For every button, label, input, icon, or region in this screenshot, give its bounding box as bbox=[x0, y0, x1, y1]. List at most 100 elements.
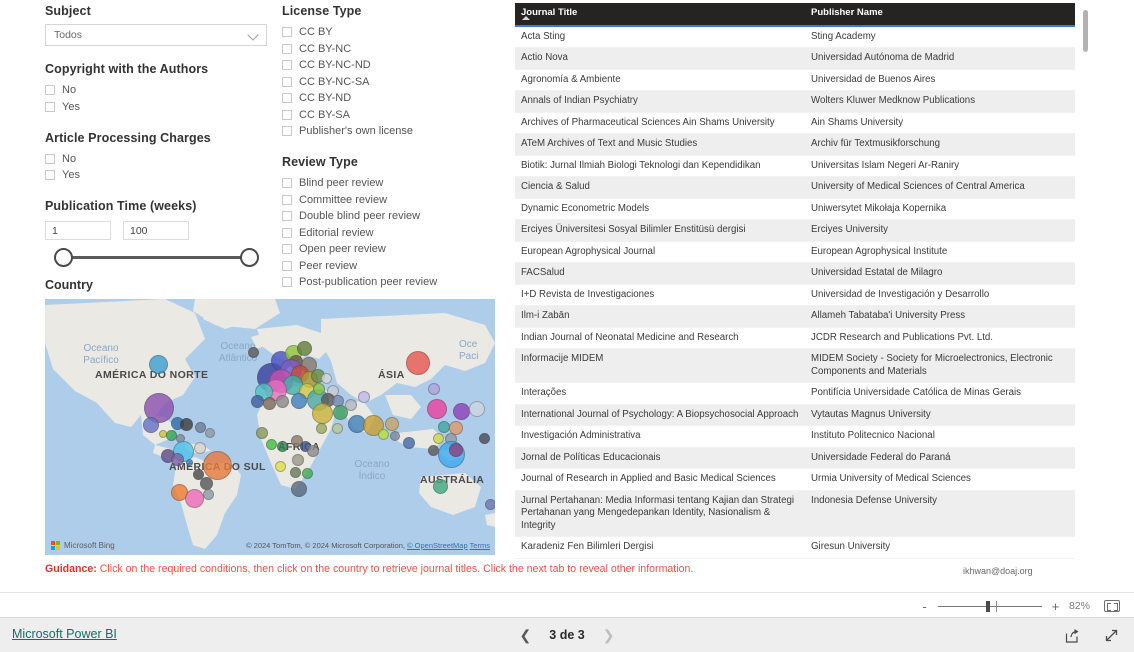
map-bubble[interactable] bbox=[345, 399, 357, 411]
map-bubble[interactable] bbox=[266, 439, 277, 450]
table-row[interactable]: European Agrophysical Journal European Ag… bbox=[515, 242, 1075, 263]
map-bubble[interactable] bbox=[449, 443, 463, 457]
checkbox-icon[interactable] bbox=[282, 76, 292, 87]
map-bubble[interactable] bbox=[149, 355, 168, 374]
map-bubble[interactable] bbox=[256, 427, 268, 439]
table-row[interactable]: Acta Sting Sting Academy bbox=[515, 27, 1075, 48]
checkbox-icon[interactable] bbox=[45, 170, 55, 180]
checkbox-apc-no[interactable]: No bbox=[45, 151, 275, 167]
table-row[interactable]: Investigación Administrativa Instituto Po… bbox=[515, 426, 1075, 448]
checkbox-icon[interactable] bbox=[282, 178, 292, 188]
map-bubble[interactable] bbox=[312, 403, 333, 424]
checkbox-icon[interactable] bbox=[45, 101, 55, 112]
map-bubble[interactable] bbox=[390, 431, 400, 441]
checkbox-icon[interactable] bbox=[282, 211, 292, 221]
table-row[interactable]: Biotik: Jurnal Ilmiah Biologi Teknologi … bbox=[515, 156, 1075, 177]
map-bubble[interactable] bbox=[406, 351, 430, 375]
table-row[interactable]: Archives of Pharmaceutical Sciences Ain … bbox=[515, 113, 1075, 134]
checkbox-copyright-no[interactable]: No bbox=[45, 82, 275, 98]
fullscreen-icon[interactable] bbox=[1103, 627, 1120, 644]
map-bubble[interactable] bbox=[251, 395, 264, 408]
slider-handle-max[interactable] bbox=[240, 248, 259, 267]
map-bubble[interactable] bbox=[171, 453, 184, 466]
map-bubble[interactable] bbox=[358, 391, 370, 403]
map-bubble[interactable] bbox=[186, 459, 193, 466]
publication-time-slider[interactable] bbox=[54, 245, 259, 271]
publication-time-min-input[interactable]: 1 bbox=[45, 221, 111, 240]
checkbox-cc-by-nc[interactable]: CC BY-NC bbox=[282, 41, 482, 57]
checkbox-icon[interactable] bbox=[282, 43, 292, 54]
table-row[interactable]: Journal of Research in Applied and Basic… bbox=[515, 469, 1075, 491]
table-row[interactable]: Dynamic Econometric Models Uniwersytet Mi… bbox=[515, 199, 1075, 220]
table-row[interactable]: FACSalud Universidad Estatal de Milagro bbox=[515, 263, 1075, 285]
sort-ascending-icon[interactable] bbox=[522, 16, 530, 20]
map-bubble[interactable] bbox=[275, 461, 286, 472]
checkbox-cc-by-nd[interactable]: CC BY-ND bbox=[282, 90, 482, 106]
map-bubble[interactable] bbox=[203, 489, 214, 500]
table-vertical-scrollbar[interactable] bbox=[1083, 10, 1088, 52]
checkbox-icon[interactable] bbox=[282, 277, 292, 287]
column-header-journal-title[interactable]: Journal Title bbox=[515, 3, 805, 25]
checkbox-cc-by-nc-sa[interactable]: CC BY-NC-SA bbox=[282, 74, 482, 90]
zoom-in-button[interactable]: + bbox=[1051, 600, 1060, 613]
checkbox-apc-yes[interactable]: Yes bbox=[45, 167, 275, 183]
map-bubble[interactable] bbox=[205, 428, 215, 438]
checkbox-peer-review[interactable]: Peer review bbox=[282, 258, 482, 274]
table-row[interactable]: Ciencia & Salud University of Medical Sci… bbox=[515, 177, 1075, 199]
map-bubble[interactable] bbox=[307, 445, 319, 457]
checkbox-icon[interactable] bbox=[282, 60, 292, 70]
checkbox-editorial-review[interactable]: Editorial review bbox=[282, 225, 482, 241]
publication-time-max-input[interactable]: 100 bbox=[123, 221, 189, 240]
table-row[interactable]: Indian Journal of Neonatal Medicine and … bbox=[515, 328, 1075, 349]
checkbox-copyright-yes[interactable]: Yes bbox=[45, 99, 275, 115]
table-row[interactable]: Agronomía & Ambiente Universidad de Bueno… bbox=[515, 70, 1075, 91]
checkbox-blind-peer-review[interactable]: Blind peer review bbox=[282, 175, 482, 191]
map-bubble[interactable] bbox=[200, 477, 213, 490]
map-bubble[interactable] bbox=[143, 417, 159, 433]
map-bubble[interactable] bbox=[291, 393, 307, 409]
map-bubble[interactable] bbox=[203, 451, 232, 480]
map-bubble[interactable] bbox=[291, 481, 307, 497]
map-bubble[interactable] bbox=[378, 429, 389, 440]
checkbox-icon[interactable] bbox=[45, 85, 55, 95]
checkbox-icon[interactable] bbox=[282, 109, 292, 120]
table-row[interactable]: I+D Revista de Investigaciones Universida… bbox=[515, 285, 1075, 306]
map-bubble[interactable] bbox=[332, 423, 343, 434]
checkbox-icon[interactable] bbox=[282, 27, 292, 37]
zoom-slider[interactable] bbox=[938, 600, 1042, 612]
table-row[interactable]: International Journal of Psychology: A B… bbox=[515, 404, 1075, 426]
checkbox-icon[interactable] bbox=[45, 153, 55, 164]
table-row[interactable]: Actio Nova Universidad Autónoma de Madrid bbox=[515, 48, 1075, 70]
map-bubble[interactable] bbox=[316, 423, 327, 434]
slider-handle-min[interactable] bbox=[54, 248, 73, 267]
checkbox-icon[interactable] bbox=[282, 126, 292, 136]
map-bubble[interactable] bbox=[321, 373, 332, 384]
terms-link[interactable]: Terms bbox=[470, 541, 490, 550]
map-bubble[interactable] bbox=[385, 417, 399, 431]
checkbox-icon[interactable] bbox=[282, 244, 292, 254]
column-header-publisher-name[interactable]: Publisher Name bbox=[805, 3, 1075, 25]
table-row[interactable]: Karadeniz Fen Bilimleri Dergisi Giresun U… bbox=[515, 537, 1075, 559]
map-bubble[interactable] bbox=[302, 468, 313, 479]
map-bubble[interactable] bbox=[469, 401, 485, 417]
map-bubble[interactable] bbox=[428, 383, 440, 395]
checkbox-double-blind-peer-review[interactable]: Double blind peer review bbox=[282, 208, 482, 224]
zoom-slider-handle[interactable] bbox=[986, 601, 990, 612]
fit-to-screen-icon[interactable] bbox=[1104, 600, 1120, 612]
checkbox-committee-review[interactable]: Committee review bbox=[282, 192, 482, 208]
country-bubble-map[interactable]: Oceano Pacífico Oceano Atlântico Oceano Índ… bbox=[45, 299, 495, 555]
map-bubble[interactable] bbox=[433, 479, 448, 494]
map-bubble[interactable] bbox=[485, 499, 495, 510]
table-row[interactable]: Erciyes Üniversitesi Sosyal Bilimler Ens… bbox=[515, 220, 1075, 242]
map-bubble[interactable] bbox=[479, 433, 490, 444]
openstreetmap-link[interactable]: © OpenStreetMap bbox=[407, 541, 468, 550]
map-bubble[interactable] bbox=[292, 454, 304, 466]
map-bubble[interactable] bbox=[297, 341, 312, 356]
checkbox-cc-by-nc-nd[interactable]: CC BY-NC-ND bbox=[282, 57, 482, 73]
table-row[interactable]: Jornal de Políticas Educacionais Universi… bbox=[515, 447, 1075, 469]
table-row[interactable]: Ilm-i Zabān Allameh Tabataba'i University… bbox=[515, 306, 1075, 328]
map-bubble[interactable] bbox=[403, 437, 415, 449]
map-bubble[interactable] bbox=[433, 433, 444, 444]
checkbox-icon[interactable] bbox=[282, 227, 292, 238]
checkbox-icon[interactable] bbox=[282, 194, 292, 205]
